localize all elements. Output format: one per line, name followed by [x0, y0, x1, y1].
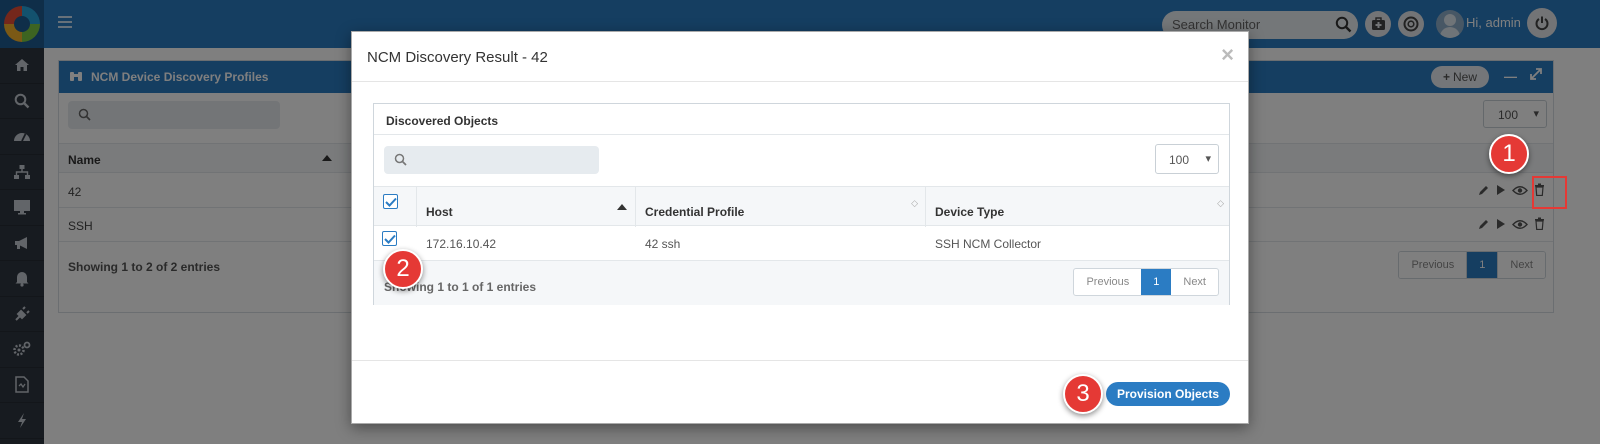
device-type-cell: SSH NCM Collector [935, 237, 1042, 251]
objects-page-size-select[interactable]: 100 [1155, 144, 1219, 174]
select-all-checkbox[interactable] [383, 194, 398, 209]
pagination-page[interactable]: 1 [1141, 269, 1172, 295]
sort-asc-icon[interactable] [617, 204, 627, 210]
view-result-highlight [1532, 176, 1567, 209]
discovery-result-modal: NCM Discovery Result - 42 × Discovered O… [351, 31, 1249, 424]
credential-profile-cell: 42 ssh [645, 237, 681, 251]
device-type-header-label: Device Type [935, 205, 1005, 219]
objects-table-footer: Showing 1 to 1 of 1 entries Previous 1 N… [374, 261, 1229, 305]
host-cell: 172.16.10.42 [426, 237, 497, 251]
step-callout-3: 3 [1063, 374, 1103, 414]
objects-pagination: Previous 1 Next [1073, 268, 1219, 296]
objects-search-input[interactable] [412, 152, 592, 166]
modal-footer: Provision Objects [352, 360, 1248, 425]
pagination-previous[interactable]: Previous [1074, 269, 1141, 295]
host-header-label: Host [426, 205, 453, 219]
provision-objects-button[interactable]: Provision Objects [1105, 382, 1230, 406]
column-header-host[interactable]: Host [417, 187, 636, 227]
column-header-device-type[interactable]: Device Type ◇ [926, 187, 1231, 227]
section-title: Discovered Objects [374, 104, 1229, 135]
step-callout-1: 1 [1489, 134, 1529, 174]
table-row[interactable]: 172.16.10.42 42 ssh SSH NCM Collector [374, 226, 1229, 261]
objects-table-header: Host Credential Profile ◇ Device Type ◇ [374, 186, 1231, 227]
sort-both-icon[interactable]: ◇ [911, 199, 918, 208]
step-callout-2: 2 [383, 249, 423, 289]
modal-header: NCM Discovery Result - 42 × [352, 32, 1248, 82]
close-icon[interactable]: × [1221, 44, 1234, 66]
discovered-objects-panel: Discovered Objects 100 Host Credential P… [373, 103, 1230, 305]
column-header-credential-profile[interactable]: Credential Profile ◇ [636, 187, 926, 227]
objects-search-box[interactable] [384, 146, 599, 174]
search-icon [394, 153, 407, 166]
sort-both-icon[interactable]: ◇ [1217, 199, 1224, 208]
row-checkbox[interactable] [382, 231, 397, 246]
modal-title: NCM Discovery Result - 42 [367, 49, 548, 66]
pagination-next[interactable]: Next [1171, 269, 1218, 295]
select-all-cell [374, 187, 417, 227]
credential-header-label: Credential Profile [645, 205, 745, 219]
